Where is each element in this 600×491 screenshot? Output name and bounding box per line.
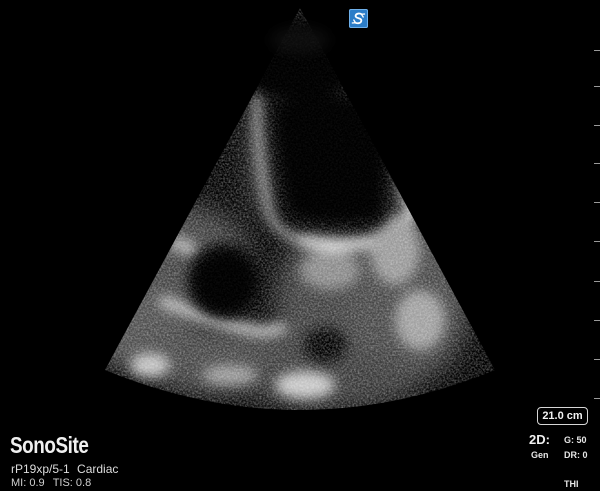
optimization-setting: Gen [531,450,549,460]
transducer-label: rP19xp/5-1 [11,462,70,476]
imaging-mode: 2D: [529,432,550,447]
depth-tick [594,163,600,164]
depth-scale [585,0,600,420]
thi-indicator: THI [564,479,579,489]
depth-tick [594,281,600,282]
gain-value: G: 50 [564,435,587,445]
ultrasound-screen: 21.0 cm SonoSite rP19xp/5-1 Cardiac MI: … [0,0,600,491]
sonosite-orientation-marker-icon [349,9,368,28]
depth-tick [594,359,600,360]
depth-tick [594,50,600,51]
ultrasound-sector-image [105,8,495,410]
depth-tick [594,320,600,321]
depth-tick [594,125,600,126]
depth-tick [594,86,600,87]
depth-readout: 21.0 cm [537,407,588,425]
mi-value: MI: 0.9 [11,477,45,489]
exam-preset-label: Cardiac [77,462,119,476]
brand-logo: SonoSite [10,432,89,458]
probe-preset-line: rP19xp/5-1 Cardiac [11,462,118,476]
depth-tick [594,202,600,203]
depth-tick [594,398,600,399]
dynamic-range-value: DR: 0 [564,450,588,460]
acoustic-indices: MI: 0.9 TIS: 0.8 [11,477,91,490]
depth-tick [594,241,600,242]
tis-value: TIS: 0.8 [52,477,92,489]
